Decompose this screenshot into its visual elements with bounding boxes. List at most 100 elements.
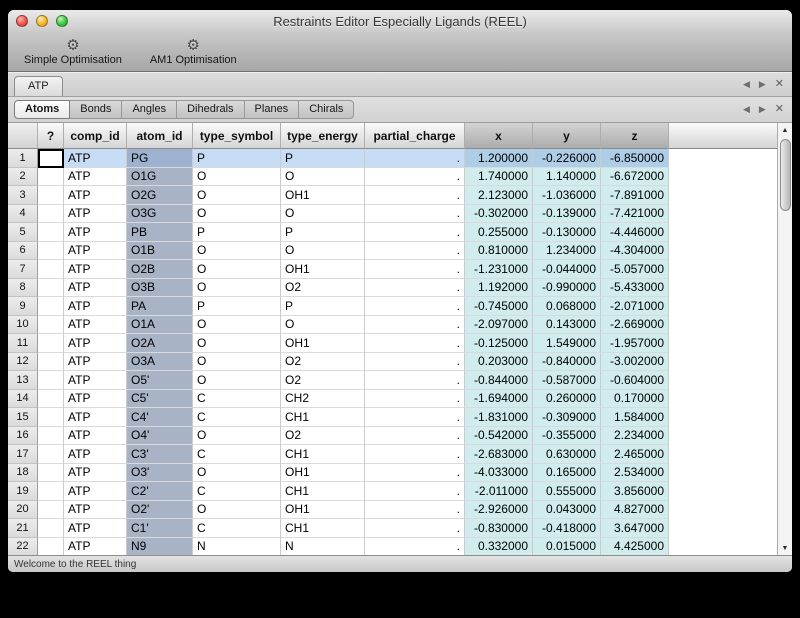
cell-atom-id[interactable]: O4'	[127, 427, 193, 446]
table-row[interactable]: 4ATPO3GOO.-0.302000-0.139000-7.421000	[8, 205, 777, 224]
minimize-window-button[interactable]	[36, 15, 48, 27]
cell-y[interactable]: -0.418000	[533, 519, 601, 538]
cell-atom-id[interactable]: C4'	[127, 408, 193, 427]
column-header-atom-id[interactable]: atom_id	[127, 123, 193, 149]
cell-partial-charge[interactable]: .	[365, 186, 465, 205]
cell-flag[interactable]	[38, 242, 64, 261]
table-row[interactable]: 5ATPPBPP.0.255000-0.130000-4.446000	[8, 223, 777, 242]
table-row[interactable]: 11ATPO2AOOH1.-0.1250001.549000-1.957000	[8, 334, 777, 353]
cell-z[interactable]: -4.446000	[601, 223, 669, 242]
row-number[interactable]: 21	[8, 519, 38, 538]
cell-type-energy[interactable]: O2	[281, 279, 365, 298]
tab-angles[interactable]: Angles	[121, 100, 177, 119]
cell-partial-charge[interactable]: .	[365, 519, 465, 538]
cell-z[interactable]: -5.433000	[601, 279, 669, 298]
tab-bonds[interactable]: Bonds	[69, 100, 122, 119]
cell-y[interactable]: 1.140000	[533, 168, 601, 187]
row-number[interactable]: 2	[8, 168, 38, 187]
row-number[interactable]: 7	[8, 260, 38, 279]
table-row[interactable]: 7ATPO2BOOH1.-1.231000-0.044000-5.057000	[8, 260, 777, 279]
close-tab-icon[interactable]: ✕	[775, 79, 784, 90]
cell-z[interactable]: -3.002000	[601, 353, 669, 372]
cell-atom-id[interactable]: O3A	[127, 353, 193, 372]
close-tab-icon[interactable]: ✕	[775, 104, 784, 115]
cell-z[interactable]: -2.669000	[601, 316, 669, 335]
cell-y[interactable]: 0.165000	[533, 464, 601, 483]
cell-type-energy[interactable]: O2	[281, 427, 365, 446]
cell-y[interactable]: -0.044000	[533, 260, 601, 279]
cell-type-symbol[interactable]: C	[193, 408, 281, 427]
cell-partial-charge[interactable]: .	[365, 464, 465, 483]
cell-comp-id[interactable]: ATP	[64, 186, 127, 205]
cell-type-energy[interactable]: OH1	[281, 260, 365, 279]
cell-partial-charge[interactable]: .	[365, 205, 465, 224]
table-row[interactable]: 21ATPC1'CCH1.-0.830000-0.4180003.647000	[8, 519, 777, 538]
column-header-comp-id[interactable]: comp_id	[64, 123, 127, 149]
row-number[interactable]: 14	[8, 390, 38, 409]
cell-type-symbol[interactable]: C	[193, 390, 281, 409]
cell-type-symbol[interactable]: O	[193, 353, 281, 372]
column-header-z[interactable]: z	[601, 123, 669, 149]
table-row[interactable]: 12ATPO3AOO2.0.203000-0.840000-3.002000	[8, 353, 777, 372]
cell-flag[interactable]	[38, 168, 64, 187]
table-row[interactable]: 16ATPO4'OO2.-0.542000-0.3550002.234000	[8, 427, 777, 446]
cell-x[interactable]: -0.830000	[465, 519, 533, 538]
cell-partial-charge[interactable]: .	[365, 316, 465, 335]
cell-z[interactable]: 2.534000	[601, 464, 669, 483]
cell-partial-charge[interactable]: .	[365, 242, 465, 261]
cell-type-energy[interactable]: O	[281, 316, 365, 335]
close-window-button[interactable]	[16, 15, 28, 27]
cell-atom-id[interactable]: O3'	[127, 464, 193, 483]
cell-flag[interactable]	[38, 445, 64, 464]
cell-type-energy[interactable]: O	[281, 168, 365, 187]
cell-x[interactable]: -4.033000	[465, 464, 533, 483]
cell-type-symbol[interactable]: O	[193, 205, 281, 224]
cell-type-symbol[interactable]: P	[193, 297, 281, 316]
cell-partial-charge[interactable]: .	[365, 168, 465, 187]
title-bar[interactable]: Restraints Editor Especially Ligands (RE…	[8, 10, 792, 32]
tab-atp[interactable]: ATP	[14, 76, 63, 96]
cell-partial-charge[interactable]: .	[365, 334, 465, 353]
cell-z[interactable]: -6.850000	[601, 149, 669, 168]
row-number[interactable]: 19	[8, 482, 38, 501]
cell-y[interactable]: -0.130000	[533, 223, 601, 242]
table-row[interactable]: 18ATPO3'OOH1.-4.0330000.1650002.534000	[8, 464, 777, 483]
cell-comp-id[interactable]: ATP	[64, 168, 127, 187]
cell-comp-id[interactable]: ATP	[64, 482, 127, 501]
table-row[interactable]: 19ATPC2'CCH1.-2.0110000.5550003.856000	[8, 482, 777, 501]
cell-y[interactable]: -1.036000	[533, 186, 601, 205]
cell-comp-id[interactable]: ATP	[64, 316, 127, 335]
table-row[interactable]: 17ATPC3'CCH1.-2.6830000.6300002.465000	[8, 445, 777, 464]
cell-x[interactable]: -0.745000	[465, 297, 533, 316]
cell-z[interactable]: -7.421000	[601, 205, 669, 224]
cell-type-energy[interactable]: CH2	[281, 390, 365, 409]
cell-x[interactable]: 1.740000	[465, 168, 533, 187]
cell-atom-id[interactable]: O2G	[127, 186, 193, 205]
toolbar-item-simple-optimisation[interactable]: ⚙Simple Optimisation	[24, 37, 122, 67]
cell-x[interactable]: 1.192000	[465, 279, 533, 298]
cell-x[interactable]: 0.332000	[465, 538, 533, 556]
cell-type-energy[interactable]: O2	[281, 371, 365, 390]
cell-comp-id[interactable]: ATP	[64, 538, 127, 556]
row-number[interactable]: 22	[8, 538, 38, 556]
cell-y[interactable]: 0.630000	[533, 445, 601, 464]
table-row[interactable]: 8ATPO3BOO2.1.192000-0.990000-5.433000	[8, 279, 777, 298]
cell-y[interactable]: 0.143000	[533, 316, 601, 335]
cell-type-energy[interactable]: P	[281, 149, 365, 168]
cell-partial-charge[interactable]: .	[365, 408, 465, 427]
cell-comp-id[interactable]: ATP	[64, 149, 127, 168]
tab-chirals[interactable]: Chirals	[298, 100, 354, 119]
cell-flag[interactable]	[38, 427, 64, 446]
scroll-tabs-left-icon[interactable]: ◀	[743, 105, 750, 114]
cell-type-symbol[interactable]: O	[193, 427, 281, 446]
cell-x[interactable]: -1.831000	[465, 408, 533, 427]
row-number[interactable]: 18	[8, 464, 38, 483]
cell-atom-id[interactable]: O1B	[127, 242, 193, 261]
cell-z[interactable]: 0.170000	[601, 390, 669, 409]
cell-type-symbol[interactable]: O	[193, 371, 281, 390]
cell-type-energy[interactable]: CH1	[281, 482, 365, 501]
cell-partial-charge[interactable]: .	[365, 501, 465, 520]
cell-type-symbol[interactable]: O	[193, 464, 281, 483]
cell-comp-id[interactable]: ATP	[64, 408, 127, 427]
cell-comp-id[interactable]: ATP	[64, 501, 127, 520]
